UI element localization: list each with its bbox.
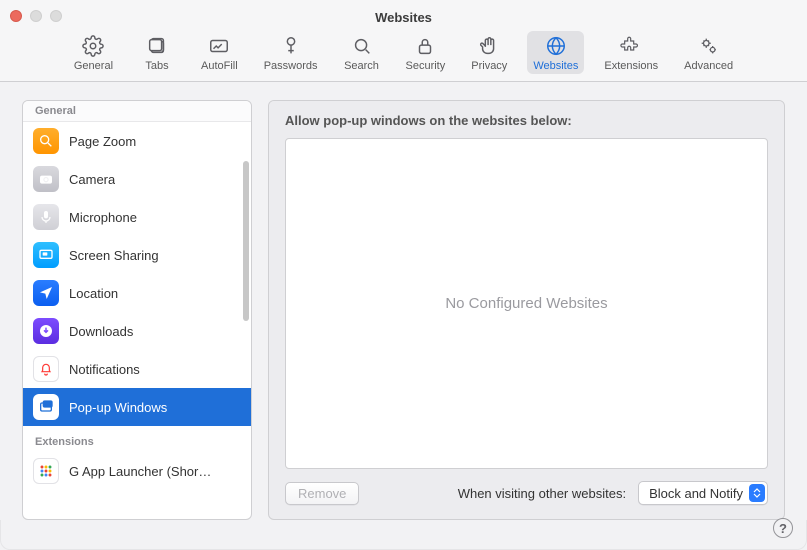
select-value: Block and Notify <box>649 486 743 501</box>
gears-icon <box>698 35 720 57</box>
sidebar-item-popup-windows[interactable]: Pop-up Windows <box>23 388 251 426</box>
toolbar-label: Security <box>406 60 446 72</box>
default-policy-select[interactable]: Block and Notify <box>638 481 768 505</box>
sidebar-item-location[interactable]: Location <box>23 274 251 312</box>
scrollbar-thumb[interactable] <box>243 161 249 321</box>
close-window-button[interactable] <box>10 10 22 22</box>
zoom-window-button[interactable] <box>50 10 62 22</box>
toolbar-label: Privacy <box>471 60 507 72</box>
magnifier-icon <box>33 128 59 154</box>
sidebar-scroll[interactable]: Page Zoom Camera Microphone Screen Shari… <box>23 122 251 519</box>
tab-advanced[interactable]: Advanced <box>678 31 739 74</box>
toolbar-label: AutoFill <box>201 60 238 72</box>
sidebar-item-label: Screen Sharing <box>69 248 159 263</box>
grid-apps-icon <box>33 458 59 484</box>
tabs-icon <box>146 35 168 57</box>
search-icon <box>351 35 373 57</box>
detail-footer: Remove When visiting other websites: Blo… <box>269 469 784 519</box>
websites-list: No Configured Websites <box>285 138 768 469</box>
toolbar-label: Advanced <box>684 60 733 72</box>
toolbar-label: General <box>74 60 113 72</box>
detail-header: Allow pop-up windows on the websites bel… <box>269 101 784 138</box>
gear-icon <box>82 35 104 57</box>
tab-general[interactable]: General <box>68 31 119 74</box>
toolbar-label: Extensions <box>604 60 658 72</box>
sidebar-item-extension-gapp[interactable]: G App Launcher (Shor… <box>23 452 251 490</box>
window-controls <box>10 10 62 22</box>
sidebar-item-label: Notifications <box>69 362 140 377</box>
updown-arrows-icon <box>749 484 765 502</box>
sidebar-section-extensions: Extensions <box>23 426 251 452</box>
globe-icon <box>545 35 567 57</box>
sidebar-item-notifications[interactable]: Notifications <box>23 350 251 388</box>
sidebar-item-label: Location <box>69 286 118 301</box>
sidebar-item-downloads[interactable]: Downloads <box>23 312 251 350</box>
help-button[interactable]: ? <box>773 518 793 538</box>
hand-icon <box>478 35 500 57</box>
toolbar-label: Passwords <box>264 60 318 72</box>
sidebar-item-label: Camera <box>69 172 115 187</box>
toolbar-label: Tabs <box>145 60 168 72</box>
tab-security[interactable]: Security <box>400 31 452 74</box>
tab-privacy[interactable]: Privacy <box>465 31 513 74</box>
minimize-window-button[interactable] <box>30 10 42 22</box>
tab-search[interactable]: Search <box>338 31 386 74</box>
empty-state-label: No Configured Websites <box>445 295 607 312</box>
tab-passwords[interactable]: Passwords <box>258 31 324 74</box>
tab-extensions[interactable]: Extensions <box>598 31 664 74</box>
category-sidebar: General Page Zoom Camera Microphone <box>22 100 252 520</box>
camera-icon <box>33 166 59 192</box>
lock-icon <box>414 35 436 57</box>
key-icon <box>280 35 302 57</box>
sidebar-item-label: G App Launcher (Shor… <box>69 464 211 479</box>
sidebar-item-screen-sharing[interactable]: Screen Sharing <box>23 236 251 274</box>
tab-tabs[interactable]: Tabs <box>133 31 181 74</box>
window-title: Websites <box>0 10 807 25</box>
screen-share-icon <box>33 242 59 268</box>
sidebar-item-label: Microphone <box>69 210 137 225</box>
sidebar-item-label: Page Zoom <box>69 134 136 149</box>
toolbar-label: Websites <box>533 60 578 72</box>
sidebar-item-page-zoom[interactable]: Page Zoom <box>23 122 251 160</box>
preferences-toolbar: General Tabs AutoFill Passwords Search S… <box>0 24 807 82</box>
location-arrow-icon <box>33 280 59 306</box>
sidebar-item-microphone[interactable]: Microphone <box>23 198 251 236</box>
titlebar: Websites <box>0 0 807 24</box>
download-icon <box>33 318 59 344</box>
sidebar-section-general: General <box>23 101 251 122</box>
detail-pane: Allow pop-up windows on the websites bel… <box>268 100 785 520</box>
microphone-icon <box>33 204 59 230</box>
bell-icon <box>33 356 59 382</box>
sidebar-item-label: Downloads <box>69 324 133 339</box>
visiting-other-label: When visiting other websites: <box>458 486 626 501</box>
popup-window-icon <box>33 394 59 420</box>
pencil-box-icon <box>208 35 230 57</box>
remove-button[interactable]: Remove <box>285 482 359 505</box>
tab-websites[interactable]: Websites <box>527 31 584 74</box>
sidebar-item-camera[interactable]: Camera <box>23 160 251 198</box>
puzzle-icon <box>620 35 642 57</box>
content-area: General Page Zoom Camera Microphone <box>0 82 807 520</box>
tab-autofill[interactable]: AutoFill <box>195 31 244 74</box>
toolbar-label: Search <box>344 60 379 72</box>
sidebar-item-label: Pop-up Windows <box>69 400 167 415</box>
